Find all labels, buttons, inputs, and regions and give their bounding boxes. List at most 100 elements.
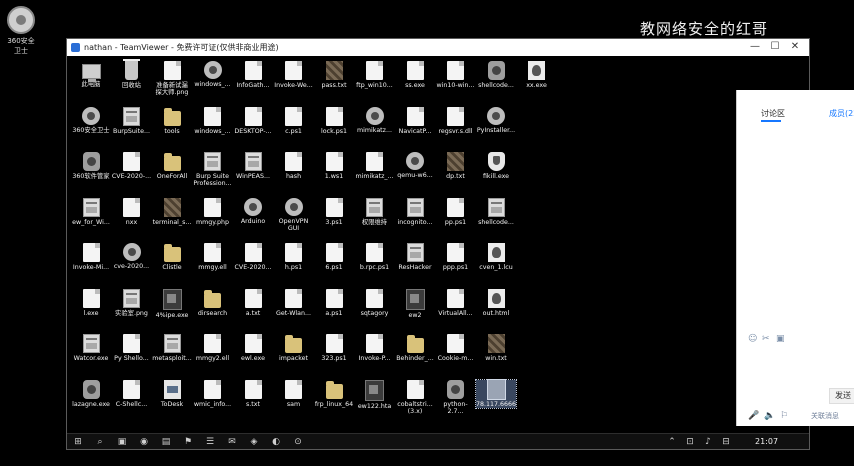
desktop-icon[interactable]: cven_1.lcu [476,243,516,271]
desktop-icon[interactable]: regsvr.s.dll [436,106,476,135]
host-desktop-icon-360[interactable]: 360安全 卫士 [2,6,40,56]
image-icon[interactable]: ▣ [776,335,785,344]
desktop-icon[interactable]: python-2.7... [436,379,476,415]
desktop-icon[interactable]: cobaltstri... (3.x) [395,379,435,415]
desktop-icon[interactable]: mmgy.php [193,197,233,226]
desktop-icon[interactable]: a.txt [233,288,273,317]
desktop-icon[interactable]: ResHacker [395,243,435,271]
desktop-icon[interactable]: DESKTOP-... [233,106,273,135]
desktop-icon[interactable]: mmgy.ell [193,243,233,271]
desktop-icon[interactable]: ew2 [395,288,435,319]
desktop-icon[interactable]: qemu-w6... [395,152,435,179]
desktop-icon[interactable]: 4%ipe.exe [152,288,192,319]
desktop-icon[interactable]: s.txt [233,379,273,408]
desktop-icon[interactable]: impacket [274,334,314,362]
desktop-icon[interactable]: mimikatz_... [355,152,395,180]
desktop-icon[interactable]: windows_... [193,61,233,88]
desktop-icon[interactable]: metasploit... [152,334,192,362]
desktop-icon[interactable]: 360安全卫士 [71,106,111,134]
tab-members[interactable]: 成员(22 [829,108,854,119]
tab-discussion[interactable]: 讨论区 [761,108,785,119]
desktop-icon[interactable]: ewl.exe [233,334,273,362]
desktop-icon[interactable]: ftp_win10... [355,61,395,89]
taskbar-app-icon[interactable]: ⊞ [73,437,83,447]
desktop-icon[interactable]: ew_for_Wi... [71,197,111,226]
taskbar-app-icon[interactable]: ▣ [117,437,127,447]
desktop-icon[interactable]: 1.ws1 [314,152,354,180]
desktop-icon[interactable]: Get-Wlan... [274,288,314,317]
minimize-button[interactable]: — [747,40,763,54]
desktop-icon[interactable]: lazagne.exe [71,379,111,408]
desktop-icon[interactable]: ppp.ps1 [436,243,476,271]
desktop-icon[interactable]: Arduino [233,197,273,225]
desktop-icon[interactable]: cve-2020... [112,243,152,270]
desktop-icon[interactable]: hash [274,152,314,180]
desktop-icon[interactable]: sam [274,379,314,408]
desktop-icon[interactable]: BurpSuite... [112,106,152,135]
desktop-icon[interactable]: Clistle [152,243,192,271]
desktop-icon[interactable]: pp.ps1 [436,197,476,226]
desktop-icon[interactable]: fikill.exe [476,152,516,180]
desktop-icon[interactable]: l.exe [71,288,111,317]
tray-icon[interactable]: ⊡ [685,437,695,447]
desktop-icon[interactable]: win.txt [476,334,516,362]
desktop-icon[interactable]: c.ps1 [274,106,314,135]
taskbar-app-icon[interactable]: ☰ [205,437,215,447]
desktop-icon[interactable]: NavicatP... [395,106,435,135]
taskbar-app-icon[interactable]: ✉ [227,437,237,447]
desktop-icon[interactable]: Burp Suite Profession... [193,152,233,187]
desktop-icon[interactable]: Cookie-m... [436,334,476,362]
taskbar-app-icon[interactable]: ◉ [139,437,149,447]
desktop-icon[interactable]: lock.ps1 [314,106,354,135]
desktop-icon[interactable]: ew122.hta [355,379,395,410]
desktop-icon[interactable]: Invoke-We... [274,61,314,89]
desktop-icon[interactable]: OneForAll [152,152,192,180]
emoji-icon[interactable]: ☺ [748,335,757,344]
send-button[interactable]: 发送 [829,388,854,404]
desktop-icon[interactable]: shellcode... [476,61,516,89]
desktop-icon[interactable]: Invoke-Mi... [71,243,111,271]
desktop-icon[interactable]: tools [152,107,192,135]
desktop-icon[interactable]: terminal_s... [152,197,192,226]
remote-desktop[interactable]: 此电脑 回收站 准备新试漏 探大师.png windows_... InfoGath..… [67,56,809,449]
microphone-icon[interactable]: 🎤 [748,411,759,421]
window-titlebar[interactable]: nathan - TeamViewer - 免费许可证(仅供非商业用途) — ☐… [67,39,809,56]
maximize-button[interactable]: ☐ [767,40,783,54]
desktop-icon[interactable]: 323.ps1 [314,334,354,362]
desktop-icon[interactable]: PyInstaller... [476,106,516,134]
speaker-icon[interactable]: 🔈 [764,411,775,421]
desktop-icon[interactable]: CVE-2020-... [112,152,152,180]
desktop-icon[interactable]: nxx [112,197,152,226]
close-button[interactable]: ✕ [787,40,803,54]
desktop-icon[interactable]: 权限维持 [355,197,395,226]
taskbar-app-icon[interactable]: ◈ [249,437,259,447]
taskbar-app-icon[interactable]: ⌕ [95,437,105,447]
desktop-icon[interactable]: sqtagory [355,288,395,317]
scissors-icon[interactable]: ✂ [762,335,771,344]
desktop-icon[interactable]: Watcor.exe [71,334,111,362]
desktop-icon[interactable]: shellcode... [476,197,516,226]
desktop-icon[interactable]: ToDesk [152,379,192,408]
taskbar-app-icon[interactable]: ▤ [161,437,171,447]
desktop-icon[interactable]: incognito... [395,197,435,226]
desktop-icon[interactable]: WinPEAS... [233,152,273,180]
flag-icon[interactable]: ⚐ [780,411,788,421]
desktop-icon[interactable]: InfoGath... [233,61,273,89]
taskbar-app-icon[interactable]: ◐ [271,437,281,447]
desktop-icon[interactable]: win10-win... [436,61,476,89]
tray-icon[interactable]: ⊟ [721,437,731,447]
desktop-icon[interactable]: 实验室.png [112,288,152,317]
desktop-icon[interactable]: Invoke-P... [355,334,395,362]
taskbar-app-icon[interactable]: ⊙ [293,437,303,447]
desktop-icon[interactable]: OpenVPN GUI [274,197,314,232]
desktop-icon[interactable]: a.ps1 [314,288,354,317]
desktop-icon[interactable]: 3.ps1 [314,197,354,226]
desktop-icon[interactable]: dirsearch [193,289,233,317]
desktop-icon[interactable]: h.ps1 [274,243,314,271]
desktop-icon[interactable]: 360软件管家 [71,152,111,180]
taskbar-app-icon[interactable]: ⚑ [183,437,193,447]
desktop-icon[interactable]: 6.ps1 [314,243,354,271]
desktop-icon[interactable]: dp.txt [436,152,476,180]
desktop-icon[interactable]: VirtualAll... [436,288,476,317]
desktop-icon[interactable]: CVE-2020... [233,243,273,271]
